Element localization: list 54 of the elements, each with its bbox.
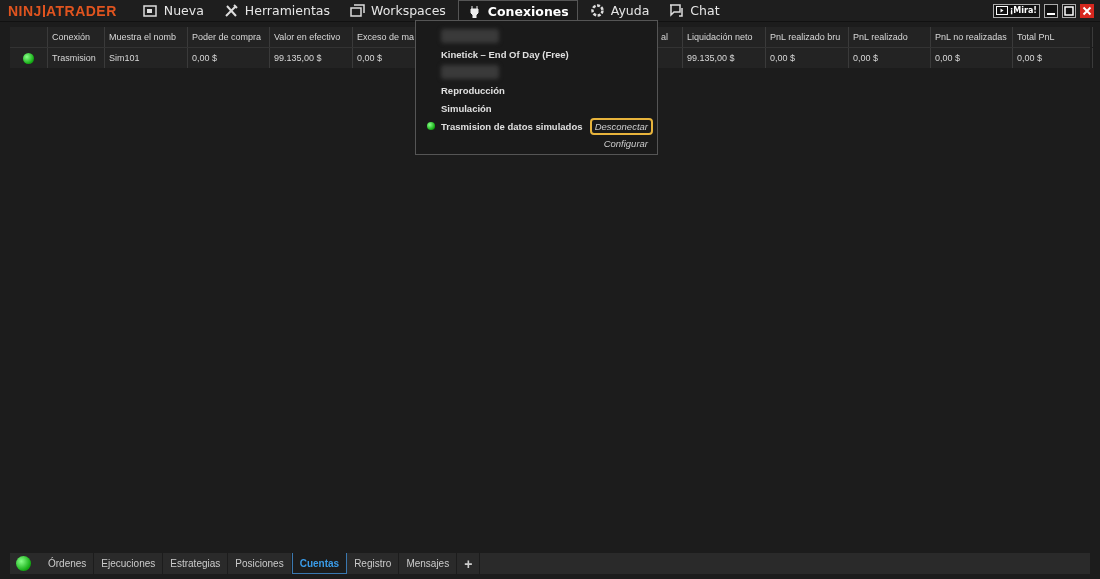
menu-item[interactable]: Conexiones bbox=[457, 0, 578, 21]
minimize-icon[interactable] bbox=[1044, 3, 1058, 18]
connection-item[interactable]: Kinetick – End Of Day (Free) bbox=[441, 48, 569, 60]
column-header[interactable]: Total PnL bbox=[1017, 32, 1055, 42]
tab[interactable]: Mensajes bbox=[399, 553, 458, 574]
table-cell: Sim101 bbox=[109, 53, 140, 63]
tab[interactable]: Estrategias bbox=[163, 553, 229, 574]
close-icon[interactable] bbox=[1080, 3, 1094, 18]
menu-item[interactable]: Workspaces bbox=[342, 0, 454, 21]
column-header[interactable]: al bbox=[661, 32, 668, 42]
column-header[interactable]: Muestra el nomb bbox=[109, 32, 177, 42]
column-header[interactable]: Poder de compra bbox=[192, 32, 262, 42]
connection-item[interactable]: Reproducción bbox=[441, 84, 505, 96]
column-header[interactable]: Conexión bbox=[52, 32, 91, 42]
maximize-icon[interactable] bbox=[1062, 3, 1076, 18]
configure-link[interactable]: Configurar bbox=[603, 137, 653, 149]
blurred-item bbox=[441, 29, 499, 43]
tab[interactable]: Posiciones bbox=[228, 553, 292, 574]
table-cell: 99.135,00 $ bbox=[687, 53, 735, 63]
table-cell: 0,00 $ bbox=[853, 53, 879, 63]
table-cell: 0,00 $ bbox=[1017, 53, 1043, 63]
tab[interactable]: Órdenes bbox=[41, 553, 95, 574]
menu-item[interactable]: Ayuda bbox=[581, 0, 658, 21]
chat-icon bbox=[669, 4, 685, 17]
column-header[interactable]: Exceso de ma bbox=[357, 32, 415, 42]
column-header[interactable]: PnL realizado bru bbox=[770, 32, 841, 42]
window-icon bbox=[350, 4, 365, 17]
watch-button[interactable]: ¡Mira! bbox=[992, 3, 1040, 18]
play-icon bbox=[995, 6, 1008, 15]
table-cell: Trasmision bbox=[52, 53, 96, 63]
menu-item[interactable]: Nueva bbox=[134, 0, 212, 21]
disconnect-link[interactable]: Desconectar bbox=[589, 117, 653, 135]
table-cell: 0,00 $ bbox=[192, 53, 218, 63]
tab[interactable]: Ejecuciones bbox=[94, 553, 164, 574]
table-cell: 0,00 $ bbox=[935, 53, 961, 63]
tab[interactable]: Cuentas bbox=[291, 553, 348, 574]
window-icon bbox=[142, 4, 158, 17]
ring-icon bbox=[589, 4, 605, 17]
table-cell: 99.135,00 $ bbox=[274, 53, 322, 63]
connection-item[interactable]: Simulación bbox=[441, 102, 492, 114]
menu-item[interactable]: Chat bbox=[661, 0, 728, 21]
column-header[interactable]: Liquidación neto bbox=[687, 32, 753, 42]
table-cell: 0,00 $ bbox=[357, 53, 383, 63]
blurred-item bbox=[441, 65, 499, 79]
column-header[interactable]: Valor en efectivo bbox=[274, 32, 341, 42]
connection-item[interactable]: Trasmision de datos simulados bbox=[441, 120, 583, 132]
menu-item[interactable]: Herramientas bbox=[215, 0, 338, 21]
table-cell: 0,00 $ bbox=[770, 53, 796, 63]
column-header[interactable]: PnL realizado bbox=[853, 32, 908, 42]
add-tab-button[interactable]: + bbox=[457, 553, 481, 574]
tab[interactable]: Registro bbox=[347, 553, 400, 574]
app-logo: NINJ ATRADER bbox=[8, 2, 117, 19]
column-header[interactable]: PnL no realizadas bbox=[935, 32, 1007, 42]
tools-icon bbox=[223, 4, 239, 17]
